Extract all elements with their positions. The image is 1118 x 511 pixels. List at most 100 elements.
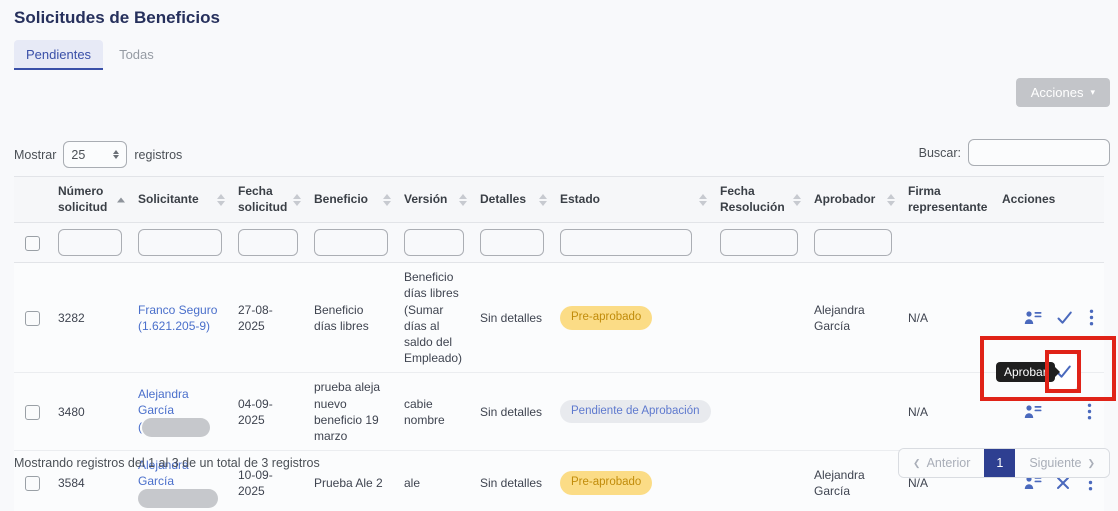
filter-version-input[interactable]	[404, 229, 464, 256]
page-length-select[interactable]: 25	[63, 141, 127, 168]
status-badge: Pre-aprobado	[560, 306, 652, 330]
header-fecha-solicitud[interactable]: Fecha solicitud	[230, 177, 306, 223]
cell-aprobador: Alejandra García	[806, 451, 900, 511]
sort-icon	[383, 194, 391, 206]
cell-solicitante: Alejandra García(	[130, 373, 230, 451]
pagination: ❮ Anterior 1 Siguiente ❯	[898, 448, 1110, 478]
records-summary: Mostrando registros del 1 al 3 de un tot…	[14, 456, 320, 470]
sort-icon	[887, 194, 895, 206]
header-solicitante[interactable]: Solicitante	[130, 177, 230, 223]
filter-fecha-resolucion-input[interactable]	[720, 229, 798, 256]
page-length-control: Mostrar 25 registros	[14, 141, 182, 168]
filter-detalles-input[interactable]	[480, 229, 544, 256]
solicitante-link[interactable]: Franco Seguro(1.621.205-9)	[138, 303, 217, 333]
assign-approver-icon[interactable]	[1024, 309, 1042, 327]
cell-detalles: Sin detalles	[472, 451, 552, 511]
sort-icon	[459, 194, 467, 206]
filter-numero-input[interactable]	[58, 229, 122, 256]
header-beneficio[interactable]: Beneficio	[306, 177, 396, 223]
cell-beneficio: prueba aleja nuevo beneficio 19 marzo	[306, 373, 396, 451]
cell-estado: Pre-aprobado	[552, 263, 712, 373]
filter-solicitante-input[interactable]	[138, 229, 222, 256]
table-row: 3480 Alejandra García( 04-09-2025 prueba…	[14, 373, 1104, 451]
cell-estado: Pendiente de Aprobación	[552, 373, 712, 451]
cell-fecha-solicitud: 04-09-2025	[230, 373, 306, 451]
search-input[interactable]	[968, 139, 1110, 166]
filter-beneficio-input[interactable]	[314, 229, 388, 256]
cell-estado: Pre-aprobado	[552, 451, 712, 511]
tab-pendientes[interactable]: Pendientes	[14, 40, 103, 70]
length-prefix-label: Mostrar	[14, 148, 56, 162]
filter-estado-input[interactable]	[560, 229, 692, 256]
next-page-button[interactable]: Siguiente ❯	[1015, 449, 1109, 477]
length-suffix-label: registros	[134, 148, 182, 162]
cell-version: cabie nombre	[396, 373, 472, 451]
search-label: Buscar:	[919, 146, 961, 160]
cell-acciones	[994, 373, 1104, 451]
filter-fecha-solicitud-input[interactable]	[238, 229, 298, 256]
filter-row	[14, 223, 1104, 263]
kebab-menu-icon[interactable]	[1087, 309, 1096, 327]
cell-version: ale	[396, 451, 472, 511]
acciones-button[interactable]: Acciones ▾	[1016, 78, 1110, 107]
select-all-checkbox[interactable]	[25, 236, 40, 251]
assign-approver-icon[interactable]	[1024, 403, 1042, 421]
header-checkbox-col	[14, 177, 50, 223]
page-length-value: 25	[71, 148, 85, 162]
row-checkbox[interactable]	[25, 476, 40, 491]
cell-fecha-resolucion	[712, 263, 806, 373]
header-estado[interactable]: Estado	[552, 177, 712, 223]
cell-detalles: Sin detalles	[472, 263, 552, 373]
cell-fecha-solicitud: 27-08-2025	[230, 263, 306, 373]
header-acciones: Acciones	[994, 177, 1104, 223]
table-row: 3282 Franco Seguro(1.621.205-9) 27-08-20…	[14, 263, 1104, 373]
cell-fecha-resolucion	[712, 373, 806, 451]
sort-icon	[793, 194, 801, 206]
redacted-id	[138, 489, 218, 508]
cell-aprobador	[806, 373, 900, 451]
solicitante-link[interactable]: Alejandra García(	[138, 387, 210, 434]
sort-icon	[217, 194, 225, 206]
prev-page-button[interactable]: ❮ Anterior	[899, 449, 984, 477]
kebab-menu-icon[interactable]	[1082, 403, 1096, 421]
header-aprobador[interactable]: Aprobador	[806, 177, 900, 223]
sort-icon	[539, 194, 547, 206]
page-number-button[interactable]: 1	[984, 449, 1015, 477]
search-control: Buscar:	[919, 139, 1110, 166]
header-firma: Firma representante	[900, 177, 994, 223]
cell-version: Beneficio días libres (Sumar días al sal…	[396, 263, 472, 373]
sort-icon	[293, 194, 301, 206]
solicitudes-page: Solicitudes de Beneficios Pendientes Tod…	[0, 0, 1118, 511]
cell-numero: 3282	[50, 263, 130, 373]
approve-check-placeholder	[1056, 404, 1068, 420]
chevron-left-icon: ❮	[913, 458, 921, 469]
tab-todas[interactable]: Todas	[107, 40, 166, 70]
cell-fecha-resolucion	[712, 451, 806, 511]
tab-bar: Pendientes Todas	[14, 40, 166, 70]
table-header-row: Número solicitud Solicitante Fecha solic…	[14, 177, 1104, 223]
cell-acciones	[994, 263, 1104, 373]
page-title: Solicitudes de Beneficios	[14, 8, 220, 28]
header-numero[interactable]: Número solicitud	[50, 177, 130, 223]
chevron-right-icon: ❯	[1087, 458, 1095, 469]
sort-asc-icon	[117, 197, 125, 202]
cell-firma: N/A	[900, 373, 994, 451]
approve-check-icon[interactable]	[1056, 309, 1073, 327]
cell-numero: 3480	[50, 373, 130, 451]
cell-beneficio: Beneficio días libres	[306, 263, 396, 373]
acciones-button-label: Acciones	[1031, 85, 1084, 100]
redacted-id	[142, 418, 210, 437]
header-detalles[interactable]: Detalles	[472, 177, 552, 223]
status-badge: Pendiente de Aprobación	[560, 400, 711, 424]
cell-aprobador: Alejandra García	[806, 263, 900, 373]
status-badge: Pre-aprobado	[560, 471, 652, 495]
header-fecha-resolucion[interactable]: Fecha Resolución	[712, 177, 806, 223]
row-checkbox[interactable]	[25, 405, 40, 420]
select-arrows-icon	[113, 150, 119, 159]
cell-detalles: Sin detalles	[472, 373, 552, 451]
cell-firma: N/A	[900, 263, 994, 373]
sort-icon	[699, 194, 707, 206]
row-checkbox[interactable]	[25, 311, 40, 326]
filter-aprobador-input[interactable]	[814, 229, 892, 256]
header-version[interactable]: Versión	[396, 177, 472, 223]
